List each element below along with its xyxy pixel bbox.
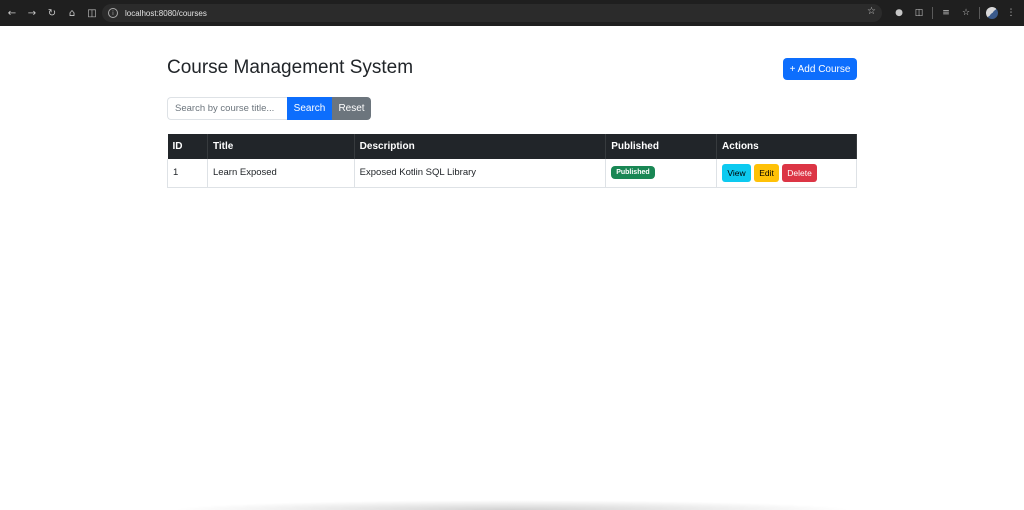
row-actions: View Edit Delete (722, 163, 851, 182)
add-course-button[interactable]: + Add Course (783, 58, 857, 80)
search-input[interactable] (167, 97, 287, 120)
menu-icon[interactable]: ⋮ (1004, 6, 1018, 20)
browser-tools: ● ◫ ≡ ☆ ⋮ (892, 0, 1018, 26)
cell-description: Exposed Kotlin SQL Library (353, 159, 607, 188)
profile-avatar[interactable] (986, 7, 998, 19)
header-title: Title (207, 134, 355, 159)
header-id: ID (167, 134, 208, 159)
courses-table: ID Title Description Published Actions 1… (167, 134, 857, 188)
address-bar[interactable]: i localhost:8080/courses ☆ (102, 4, 882, 22)
search-button[interactable]: Search (287, 97, 332, 120)
nav-buttons: ← → ↻ ⌂ ◫ (2, 0, 102, 26)
bookmark-star-icon[interactable]: ☆ (867, 6, 876, 17)
bookmarks-icon[interactable]: ☆ (959, 6, 973, 20)
reload-icon[interactable]: ↻ (42, 0, 62, 26)
reader-icon[interactable]: ≡ (939, 6, 953, 20)
edit-button[interactable]: Edit (754, 163, 780, 182)
cell-id: 1 (167, 159, 208, 188)
published-badge: Published (611, 166, 655, 180)
window-shadow (170, 500, 854, 510)
puzzle-icon[interactable]: ◫ (912, 6, 926, 20)
url-text[interactable]: localhost:8080/courses (125, 9, 207, 18)
search-form: Search Reset (167, 97, 371, 120)
header-actions: Actions (716, 134, 857, 159)
header-published: Published (605, 134, 718, 159)
browser-toolbar: ← → ↻ ⌂ ◫ i localhost:8080/courses ☆ ● ◫… (0, 0, 1024, 26)
toolbar-divider (932, 7, 933, 19)
forward-icon[interactable]: → (22, 0, 42, 26)
extension-icon[interactable]: ● (892, 6, 906, 20)
page-title: Course Management System (167, 57, 414, 78)
cell-title: Learn Exposed (206, 159, 355, 188)
cell-actions: View Edit Delete (716, 159, 857, 188)
reset-button[interactable]: Reset (332, 97, 371, 120)
site-info-icon[interactable]: i (108, 8, 118, 18)
table-header-row: ID Title Description Published Actions (167, 134, 857, 159)
header-description: Description (354, 134, 607, 159)
back-icon[interactable]: ← (2, 0, 22, 26)
sidebar-icon[interactable]: ◫ (82, 0, 102, 26)
cell-published: Published (605, 159, 718, 188)
table-row: 1 Learn Exposed Exposed Kotlin SQL Libra… (167, 159, 857, 188)
view-button[interactable]: View (722, 163, 752, 182)
toolbar-divider (979, 7, 980, 19)
home-icon[interactable]: ⌂ (62, 0, 82, 26)
delete-button[interactable]: Delete (782, 163, 818, 182)
